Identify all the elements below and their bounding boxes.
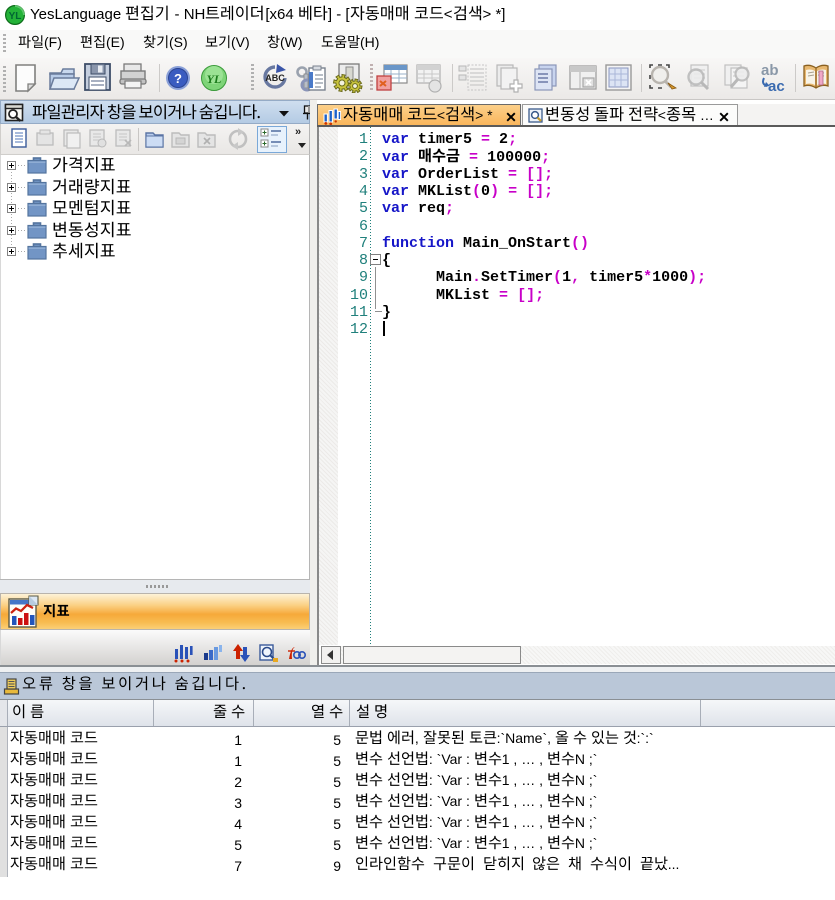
svg-text:YL: YL [9, 11, 22, 22]
svg-text:?: ? [174, 71, 182, 86]
svg-text:ABC: ABC [265, 73, 285, 83]
svg-text:ac: ac [768, 78, 785, 94]
svg-text:YL: YL [207, 72, 222, 86]
svg-text:ab: ab [761, 62, 779, 79]
